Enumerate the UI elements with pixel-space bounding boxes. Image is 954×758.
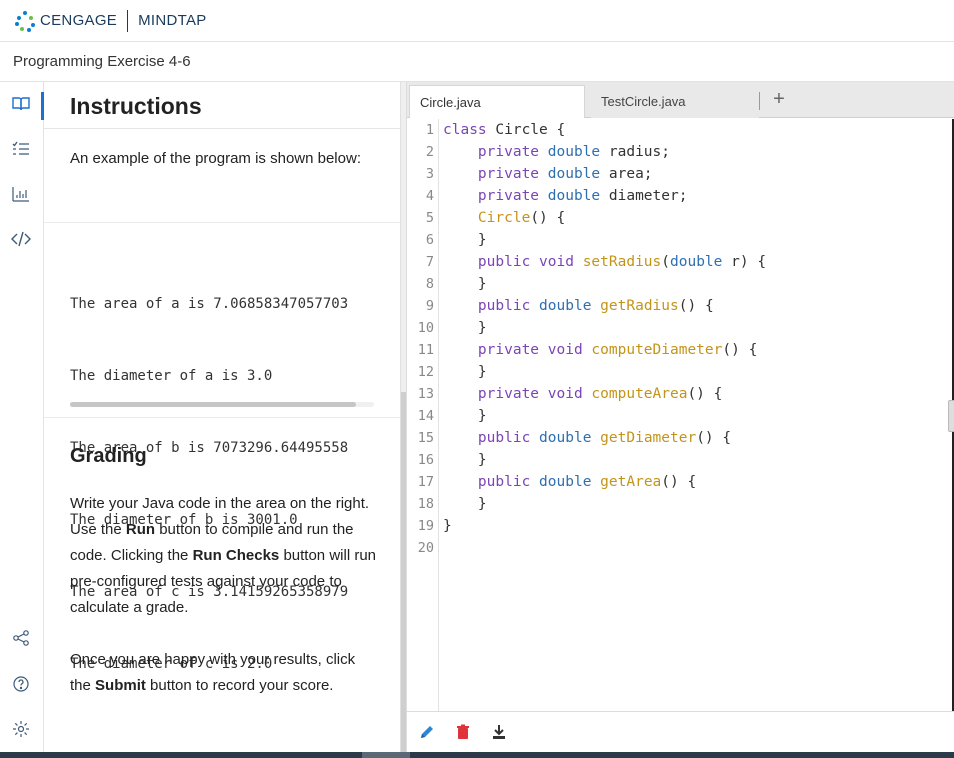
divider [44, 222, 400, 223]
code-area[interactable]: class Circle { private double radius; pr… [443, 119, 951, 711]
code-line: } [443, 364, 487, 380]
code-line: public double getDiameter() { [477, 430, 732, 446]
code-line: } [443, 452, 487, 468]
brand-divider [127, 9, 129, 32]
app-header: CENGAGE MINDTAP [0, 0, 954, 42]
code-line: private void computeDiameter() { [477, 342, 758, 358]
instructions-title: Instructions [70, 93, 202, 119]
line-number: 6 [425, 232, 434, 248]
code-line: } [443, 496, 487, 512]
add-file-button[interactable]: + [767, 86, 791, 112]
footer-scroll-indicator[interactable] [362, 752, 410, 758]
line-number: 7 [425, 254, 434, 270]
bar-chart-icon[interactable] [8, 182, 34, 206]
code-line: private double diameter; [477, 188, 688, 204]
line-number: 18 [417, 496, 434, 512]
file-tab-bar: Circle.java TestCircle.java + [407, 82, 954, 118]
code-line: } [443, 518, 452, 534]
line-number: 19 [417, 518, 434, 534]
divider [44, 128, 400, 129]
submit-paragraph: Once you are happy with your results, cl… [70, 647, 380, 699]
line-number: 3 [425, 166, 434, 182]
tab-circle-java[interactable]: Circle.java [409, 85, 585, 118]
line-number: 4 [425, 188, 434, 204]
submit-button-reference: Submit [95, 677, 146, 694]
code-line: public double getArea() { [477, 474, 697, 490]
code-line: public double getRadius() { [477, 298, 714, 314]
line-number: 13 [417, 386, 434, 402]
left-rail [0, 82, 44, 752]
tab-testcircle-java[interactable]: TestCircle.java [591, 85, 759, 118]
trash-icon[interactable] [455, 724, 471, 740]
code-icon[interactable] [8, 227, 34, 251]
resize-handle[interactable] [948, 400, 954, 432]
code-line: } [443, 408, 487, 424]
download-icon[interactable] [491, 724, 507, 740]
line-number-gutter: 1 2 3 4 5 6 7 8 9 10 11 12 13 14 15 16 17 18 19 20 [407, 119, 439, 711]
code-line: private double radius; [477, 144, 670, 160]
grading-text: Write your Java code in the area on the … [70, 491, 380, 725]
line-number: 12 [417, 364, 434, 380]
code-line: private double area; [477, 166, 653, 182]
line-number: 1 [425, 122, 434, 138]
footer-bar [0, 752, 954, 758]
brand-name: CENGAGE [40, 12, 118, 29]
activity-title: Programming Exercise 4-6 [13, 53, 191, 70]
line-number: 9 [425, 298, 434, 314]
code-line: } [443, 276, 487, 292]
pencil-icon[interactable] [419, 724, 435, 740]
line-number: 16 [417, 452, 434, 468]
horizontal-scrollbar[interactable] [70, 402, 374, 407]
instructions-panel: Instructions An example of the program i… [44, 82, 400, 752]
grading-title: Grading [70, 445, 147, 467]
scrollbar-thumb[interactable] [70, 402, 356, 407]
share-icon[interactable] [8, 626, 34, 650]
line-number: 2 [425, 144, 434, 160]
instructions-intro: An example of the program is shown below… [70, 150, 361, 167]
code-line: private void computeArea() { [477, 386, 723, 402]
book-icon[interactable] [8, 92, 34, 116]
checklist-icon[interactable] [8, 137, 34, 161]
grading-paragraph: Write your Java code in the area on the … [70, 491, 380, 621]
text-run: button to record your score. [145, 677, 334, 694]
run-button-reference: Run [125, 521, 156, 538]
help-icon[interactable] [8, 672, 34, 696]
line-number: 17 [417, 474, 434, 490]
code-line: } [443, 232, 487, 248]
sample-output-line: The diameter of a is 3.0 [70, 368, 273, 384]
product-name: MINDTAP [138, 12, 207, 29]
divider [44, 417, 400, 418]
line-number: 14 [417, 408, 434, 424]
line-number: 11 [417, 342, 434, 358]
line-number: 15 [417, 430, 434, 446]
line-number: 20 [417, 540, 434, 556]
line-number: 8 [425, 276, 434, 292]
sample-output-line: The area of a is 7.06858347057703 [70, 296, 349, 312]
code-line: class Circle { [443, 122, 566, 138]
code-line: Circle() { [477, 210, 566, 226]
code-line: } [443, 320, 487, 336]
settings-icon[interactable] [8, 717, 34, 741]
line-number: 10 [417, 320, 434, 336]
activity-title-bar: Programming Exercise 4-6 [0, 42, 954, 82]
code-line: public void setRadius(double r) { [477, 254, 767, 270]
code-editor: Circle.java TestCircle.java + 1234567891… [406, 82, 954, 752]
run-checks-button-reference: Run Checks [192, 547, 280, 564]
line-number: 5 [425, 210, 434, 226]
cengage-logo-icon[interactable] [14, 10, 36, 32]
tab-divider [759, 92, 760, 110]
editor-toolbar [407, 712, 954, 752]
